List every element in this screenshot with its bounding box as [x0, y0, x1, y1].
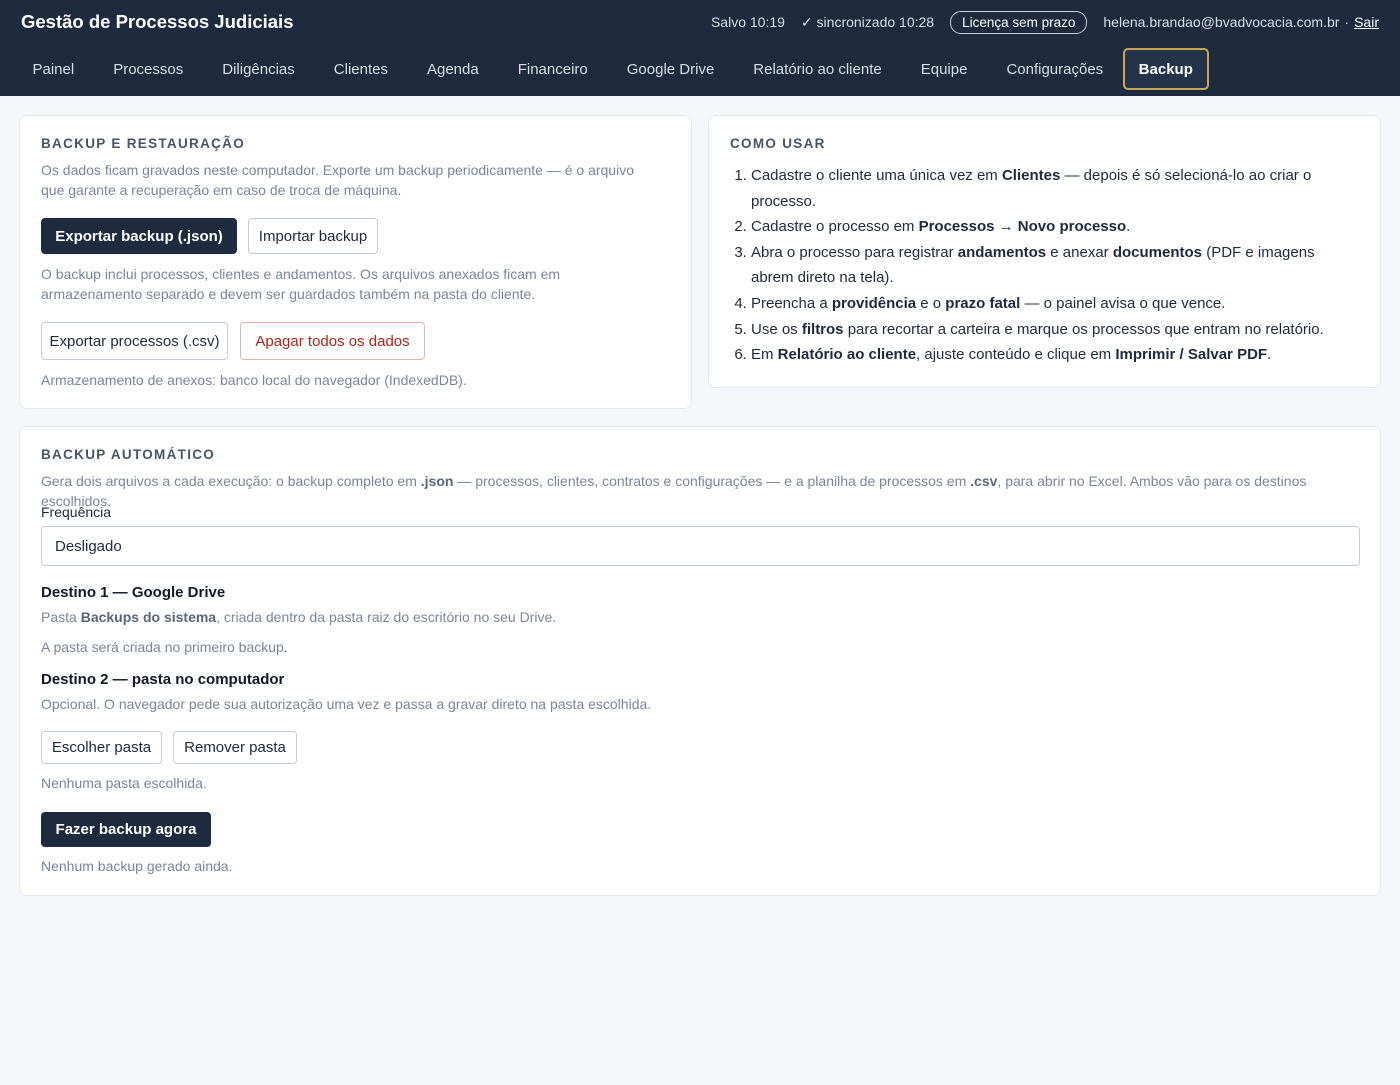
tab-financeiro[interactable]: Financeiro	[498, 48, 607, 90]
auto-backup-description-text: Gera dois arquivos a cada execução: o ba…	[41, 473, 421, 489]
header-status-area: Salvo 10:19 ✓ sincronizado 10:28 Licença…	[710, 10, 1379, 34]
tab-agenda[interactable]: Agenda	[407, 48, 498, 90]
delete-all-data-button[interactable]: Apagar todos os dados	[240, 322, 425, 360]
how-to-step-text: Abra o processo para registrar	[751, 243, 958, 261]
destination-1-description: Pasta Backups do sistema, criada dentro …	[41, 607, 556, 627]
how-to-step-text: e anexar	[1046, 243, 1113, 261]
destination-2-title: Destino 2 — pasta no computador	[41, 671, 285, 688]
export-csv-button[interactable]: Exportar processos (.csv)	[41, 322, 228, 360]
tab-google-drive[interactable]: Google Drive	[607, 48, 734, 90]
how-to-step-text: Em	[751, 346, 778, 364]
how-to-step-bold-text: Relatório ao cliente	[777, 346, 917, 364]
logout-link[interactable]: Sair	[1354, 14, 1379, 30]
how-to-title: Como usar	[730, 136, 826, 151]
how-to-step-bold-text: andamentos	[957, 243, 1047, 261]
destination-1-description-text: , criada dentro da pasta raiz do escritó…	[216, 609, 557, 625]
backup-now-button[interactable]: Fazer backup agora	[41, 812, 211, 847]
how-to-step-text: e o	[916, 294, 946, 312]
how-to-step-text: .	[1267, 346, 1272, 364]
export-json-button[interactable]: Exportar backup (.json)	[41, 218, 237, 254]
how-to-step-text: Use os	[751, 320, 802, 338]
destination-1-note: A pasta será criada no primeiro backup.	[41, 639, 288, 655]
tab-processos[interactable]: Processos	[94, 48, 203, 90]
how-to-step: Preencha a providência e o prazo fatal —…	[751, 291, 1351, 317]
how-to-step-text: Preencha a	[751, 294, 832, 312]
tab-painel[interactable]: Painel	[13, 48, 94, 90]
how-to-step-text: — o painel avisa o que vence.	[1020, 294, 1226, 312]
destination-2-description: Opcional. O navegador pede sua autorizaç…	[41, 696, 652, 712]
how-to-steps: Cadastre o cliente uma única vez em Clie…	[751, 163, 1351, 368]
how-to-step: Use os filtros para recortar a carteira …	[751, 317, 1351, 343]
saved-status: Salvo 10:19	[710, 14, 785, 30]
how-to-step-bold-text: providência	[831, 294, 917, 312]
backup-restore-description: Os dados ficam gravados neste computador…	[41, 162, 634, 198]
how-to-step-text: , ajuste conteúdo e clique em	[916, 346, 1116, 364]
auto-backup-description-text: — processos, clientes, contratos e confi…	[453, 473, 971, 489]
auto-backup-description-bold-text: .json	[420, 473, 454, 489]
tab-relatorio-cliente[interactable]: Relatório ao cliente	[734, 48, 901, 90]
how-to-step-text: Cadastre o cliente uma única vez em	[751, 167, 1002, 184]
import-backup-button[interactable]: Importar backup	[248, 218, 378, 254]
how-to-step: Cadastre o cliente uma única vez em Clie…	[751, 163, 1351, 214]
tab-clientes[interactable]: Clientes	[314, 48, 407, 90]
how-to-card: Como usar Cadastre o cliente uma única v…	[708, 115, 1381, 388]
how-to-step: Em Relatório ao cliente, ajuste conteúdo…	[751, 342, 1351, 368]
folder-status: Nenhuma pasta escolhida.	[41, 775, 207, 791]
how-to-step-text: para recortar a carteira e marque os pro…	[843, 320, 1324, 338]
main-nav: Painel Processos Diligências Clientes Ag…	[13, 48, 1209, 90]
destination-1-description-bold-text: Backups do sistema	[80, 609, 217, 625]
remove-folder-button[interactable]: Remover pasta	[173, 731, 297, 764]
header-separator: ·	[1344, 14, 1350, 30]
frequency-label: Frequência	[41, 504, 112, 520]
tab-configuracoes[interactable]: Configurações	[987, 48, 1123, 90]
tab-backup[interactable]: Backup	[1122, 48, 1209, 90]
app-title: Gestão de Processos Judiciais	[21, 11, 294, 32]
how-to-step-bold-text: prazo fatal	[945, 294, 1021, 312]
auto-backup-description: Gera dois arquivos a cada execução: o ba…	[41, 471, 1361, 511]
backup-restore-title: Backup e restauração	[41, 136, 246, 151]
frequency-selected-value: Desligado	[55, 537, 122, 555]
destination-1-description-text: Pasta	[41, 609, 81, 625]
how-to-step: Abra o processo para registrar andamento…	[751, 240, 1351, 291]
destination-1-title: Destino 1 — Google Drive	[41, 584, 226, 601]
auto-backup-card: Backup automático Gera dois arquivos a c…	[19, 426, 1381, 896]
sync-status: ✓ sincronizado 10:28	[800, 13, 935, 30]
license-badge: Licença sem prazo	[950, 10, 1088, 34]
how-to-step-text: Cadastre o processo em	[751, 218, 919, 236]
tab-diligencias[interactable]: Diligências	[203, 48, 315, 90]
backup-includes-note: O backup inclui processos, clientes e an…	[41, 266, 561, 302]
backup-restore-card: Backup e restauração Os dados ficam grav…	[19, 115, 692, 409]
frequency-select[interactable]: Desligado	[41, 526, 1360, 566]
how-to-step-bold-text: filtros	[801, 320, 844, 338]
tab-equipe[interactable]: Equipe	[901, 48, 987, 90]
how-to-step-bold-text: documentos	[1112, 243, 1203, 261]
how-to-step-bold-text: Imprimir / Salvar PDF	[1115, 346, 1268, 364]
choose-folder-button[interactable]: Escolher pasta	[41, 731, 162, 764]
how-to-step-bold-text: Processos → Novo processo	[918, 218, 1127, 236]
how-to-step-text: .	[1126, 218, 1131, 236]
how-to-step-bold-text: Clientes	[1001, 167, 1061, 184]
backup-status: Nenhum backup gerado ainda.	[41, 858, 233, 874]
storage-note: Armazenamento de anexos: banco local do …	[41, 372, 467, 388]
how-to-step: Cadastre o processo em Processos → Novo …	[751, 214, 1351, 240]
auto-backup-title: Backup automático	[41, 447, 216, 462]
top-bar: Gestão de Processos Judiciais Salvo 10:1…	[0, 0, 1400, 96]
user-email: helena.brandao@bvadvocacia.com.br	[1103, 14, 1340, 30]
auto-backup-description-bold-text: .csv	[970, 473, 998, 489]
